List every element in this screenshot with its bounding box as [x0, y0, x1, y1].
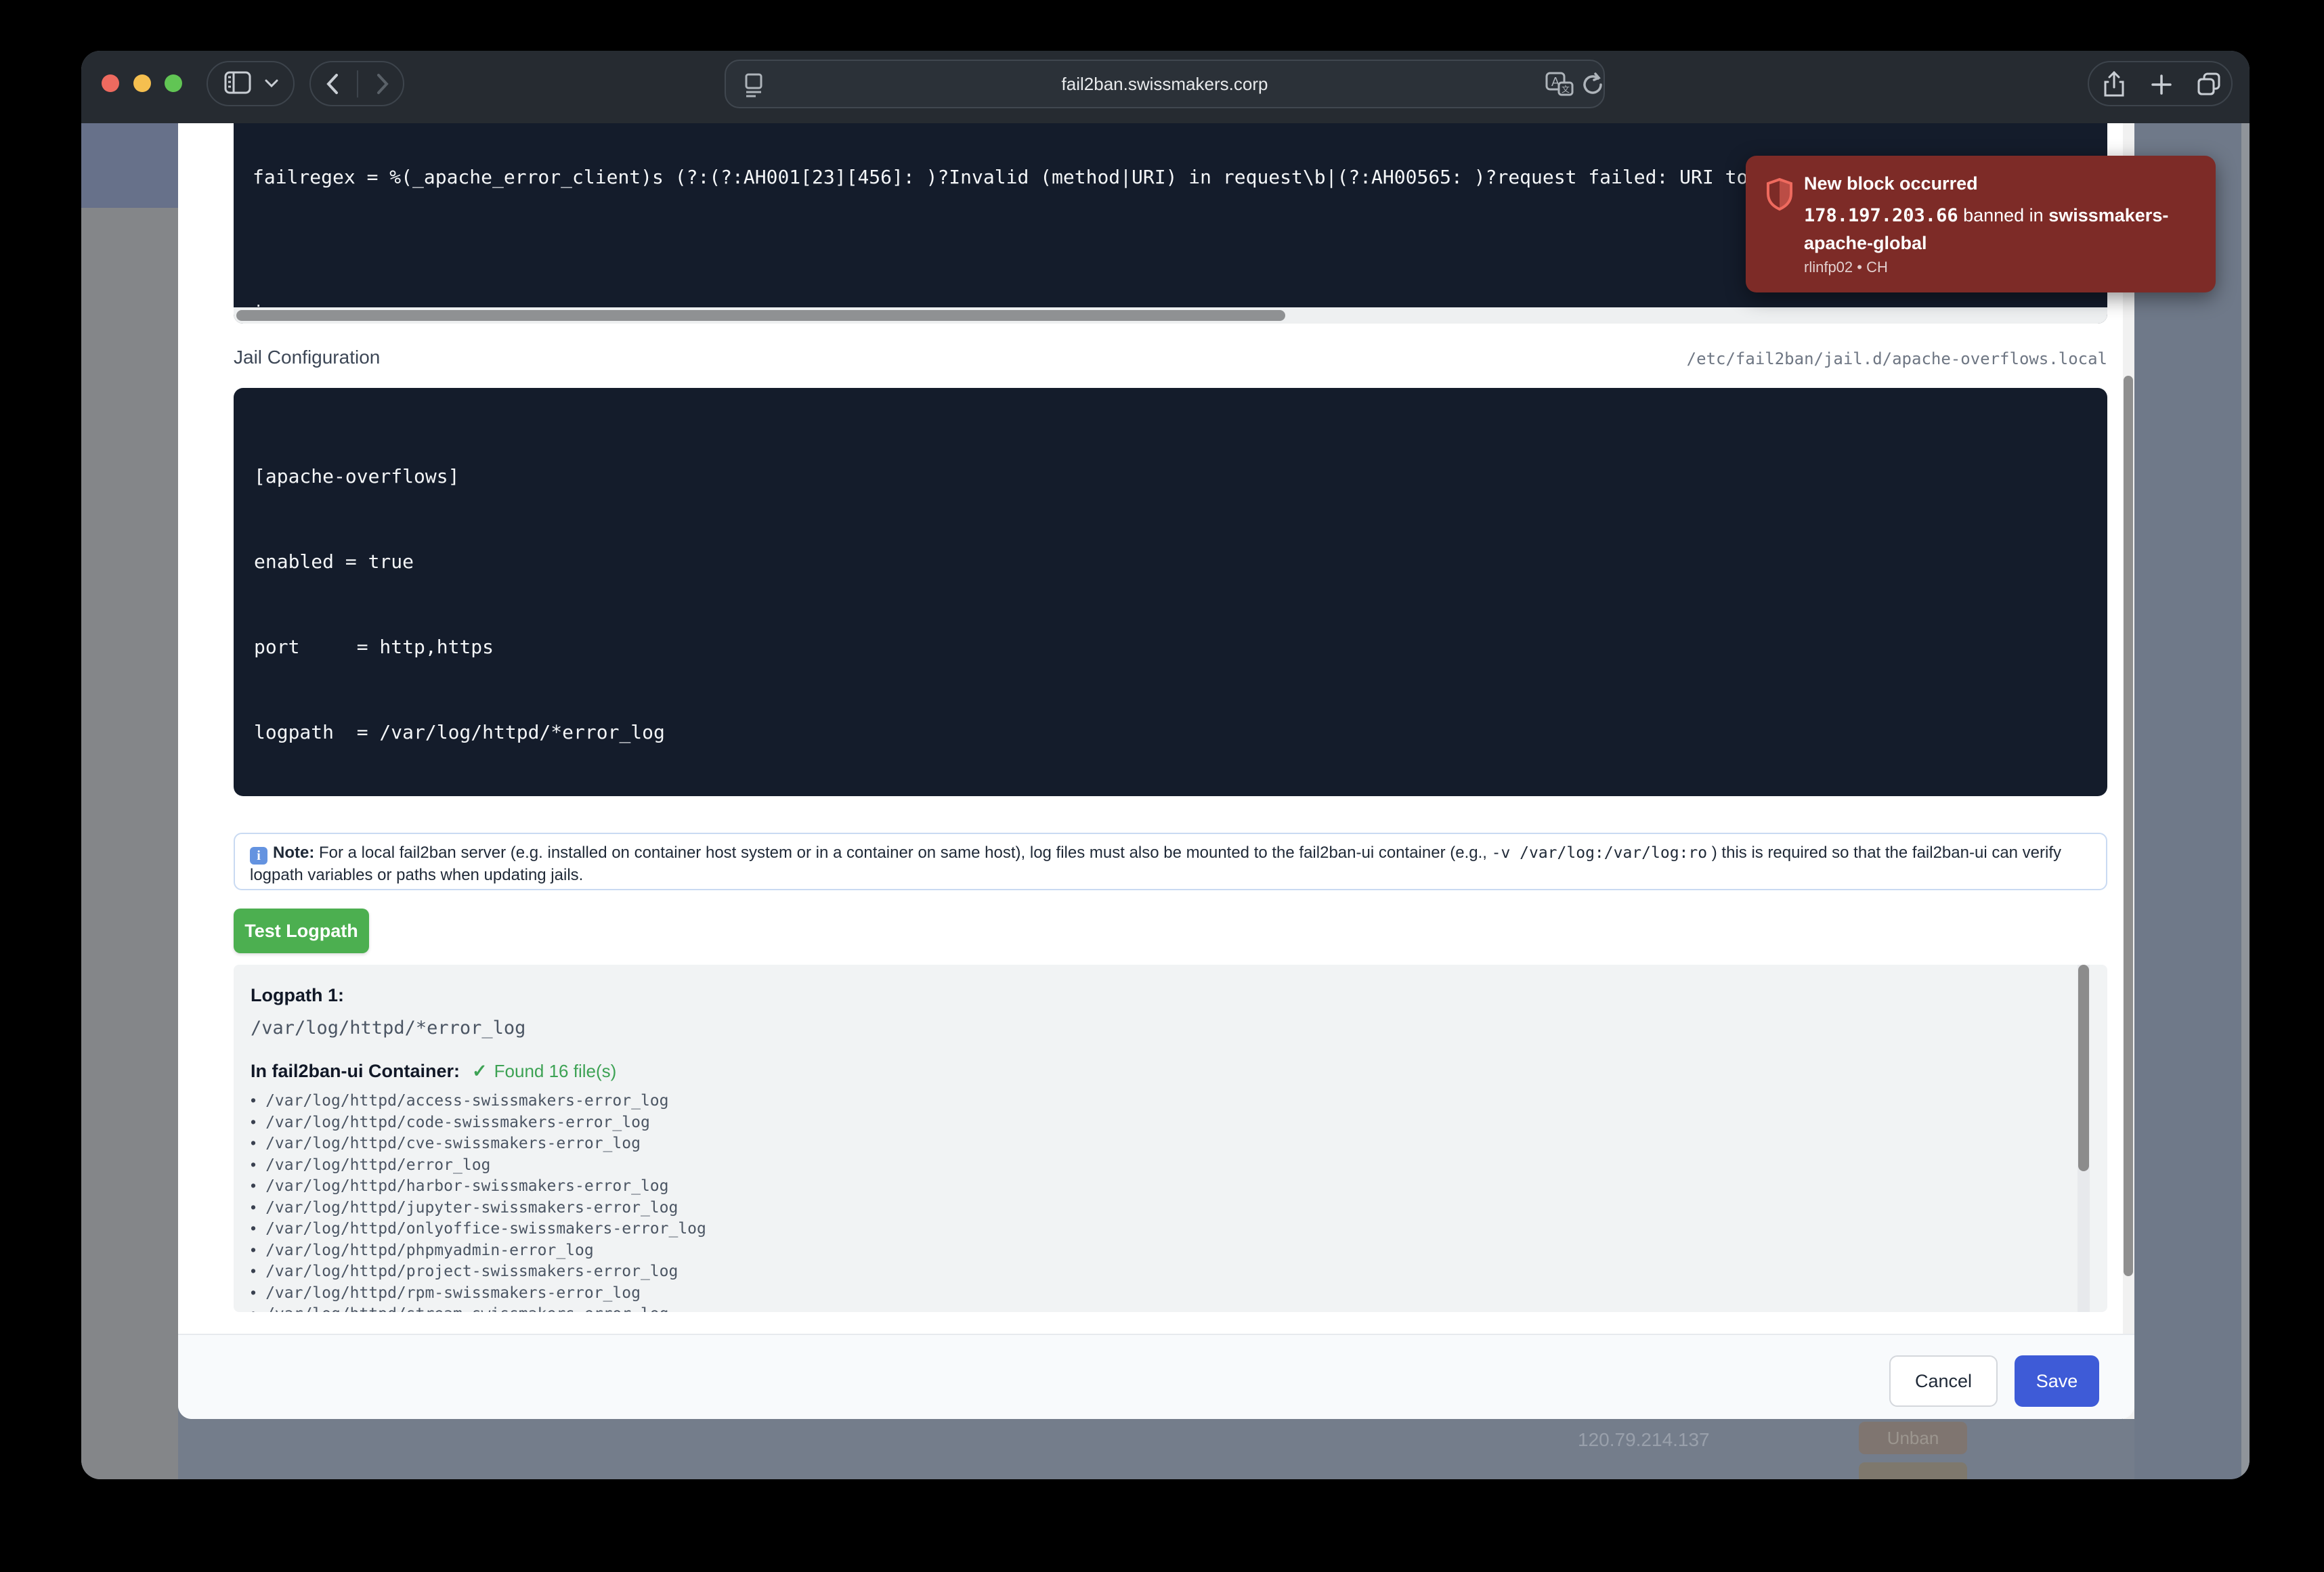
- close-window-button[interactable]: [102, 74, 119, 92]
- background-ip-cell: 120.79.214.137: [1578, 1429, 1710, 1451]
- list-item: •/var/log/httpd/rpm-swissmakers-error_lo…: [251, 1282, 2067, 1304]
- dimmed-page-bottom: 120.79.214.137 Unban: [178, 1419, 2134, 1479]
- list-item: •/var/log/httpd/code-swissmakers-error_l…: [251, 1112, 2067, 1133]
- edit-jail-modal: failregex = %(_apache_error_client)s (?:…: [178, 123, 2134, 1419]
- screenshot: 120.79.214.137 Unban: [0, 0, 2324, 1572]
- unban-button-clipped[interactable]: [1859, 1462, 1967, 1479]
- info-icon: i: [250, 847, 267, 865]
- results-scrollbar[interactable]: [2078, 965, 2090, 1312]
- shield-icon: [1765, 177, 1794, 211]
- editor-horizontal-scrollbar[interactable]: [234, 307, 2107, 324]
- note-text: iNote: For a local fail2ban server (e.g.…: [250, 842, 2091, 886]
- dimmed-page-left: [81, 208, 178, 1479]
- container-result-line: In fail2ban-ui Container:✓Found 16 file(…: [251, 1061, 616, 1082]
- results-scrollbar-thumb[interactable]: [2078, 965, 2089, 1171]
- sidebar-icon[interactable]: [224, 71, 251, 94]
- list-item: •/var/log/httpd/error_log: [251, 1154, 2067, 1176]
- list-item: •/var/log/httpd/cve-swissmakers-error_lo…: [251, 1133, 2067, 1154]
- window-actions-pill: [2088, 61, 2233, 106]
- jail-config-header: Jail Configuration /etc/fail2ban/jail.d/…: [234, 347, 2107, 374]
- new-tab-icon[interactable]: [2150, 73, 2173, 96]
- editor-horizontal-scrollbar-thumb[interactable]: [236, 310, 1285, 321]
- logpath-results-panel: Logpath 1: /var/log/httpd/*error_log In …: [234, 965, 2107, 1312]
- banned-ip: 178.197.203.66: [1804, 205, 1958, 226]
- test-logpath-button[interactable]: Test Logpath: [234, 909, 369, 953]
- list-item: •/var/log/httpd/access-swissmakers-error…: [251, 1090, 2067, 1112]
- chevron-down-icon[interactable]: [263, 78, 280, 89]
- check-icon: ✓: [472, 1061, 488, 1081]
- nav-pill: [309, 61, 404, 106]
- dimmed-page-header: [81, 123, 178, 208]
- logpath-label: Logpath 1:: [251, 985, 344, 1006]
- cancel-button[interactable]: Cancel: [1889, 1355, 1998, 1407]
- new-block-toast[interactable]: New block occurred 178.197.203.66 banned…: [1746, 156, 2216, 292]
- maximize-window-button[interactable]: [165, 74, 182, 92]
- toast-meta: rlinfp02 • CH: [1804, 259, 1888, 276]
- nav-divider: [357, 70, 358, 97]
- toast-message: 178.197.203.66 banned in swissmakers-apa…: [1804, 202, 2197, 257]
- modal-scrollbar-thumb[interactable]: [2124, 376, 2133, 1276]
- list-item: •/var/log/httpd/jupyter-swissmakers-erro…: [251, 1197, 2067, 1219]
- list-item: •/var/log/httpd/stream-swissmakers-error…: [251, 1303, 2067, 1312]
- page-scrollbar[interactable]: [2241, 123, 2250, 1479]
- list-item: •/var/log/httpd/project-swissmakers-erro…: [251, 1261, 2067, 1282]
- forward-icon[interactable]: [376, 73, 389, 95]
- jail-config-label: Jail Configuration: [234, 347, 380, 368]
- url-text: fail2ban.swissmakers.corp: [726, 61, 1604, 107]
- modal-footer: Cancel Save: [178, 1334, 2134, 1419]
- modal-scrollbar[interactable]: [2123, 123, 2134, 1419]
- list-item: •/var/log/httpd/phpmyadmin-error_log: [251, 1240, 2067, 1261]
- jail-config-path: /etc/fail2ban/jail.d/apache-overflows.lo…: [1687, 349, 2107, 368]
- reload-icon[interactable]: [1580, 72, 1605, 97]
- share-icon[interactable]: [2103, 71, 2126, 98]
- browser-toolbar: fail2ban.swissmakers.corp A 文: [81, 51, 2250, 123]
- list-item: •/var/log/httpd/onlyoffice-swissmakers-e…: [251, 1218, 2067, 1240]
- jail-config-editor[interactable]: [apache-overflows] enabled = true port =…: [234, 388, 2107, 796]
- minimize-window-button[interactable]: [133, 74, 151, 92]
- browser-window: 120.79.214.137 Unban: [81, 51, 2250, 1479]
- file-list: •/var/log/httpd/access-swissmakers-error…: [251, 1090, 2067, 1312]
- unban-button[interactable]: Unban: [1859, 1422, 1967, 1454]
- svg-text:文: 文: [1562, 84, 1570, 94]
- note-box: iNote: For a local fail2ban server (e.g.…: [234, 833, 2107, 890]
- address-bar[interactable]: fail2ban.swissmakers.corp A 文: [725, 60, 1605, 108]
- toast-title: New block occurred: [1804, 173, 1978, 194]
- save-button[interactable]: Save: [2015, 1355, 2099, 1407]
- dimmed-page-right: [2134, 123, 2241, 1479]
- list-item: •/var/log/httpd/harbor-swissmakers-error…: [251, 1175, 2067, 1197]
- logpath-value: /var/log/httpd/*error_log: [251, 1018, 525, 1039]
- tab-overview-icon[interactable]: [2196, 71, 2222, 97]
- jail-config-code: [apache-overflows] enabled = true port =…: [254, 406, 2107, 796]
- back-icon[interactable]: [326, 73, 339, 95]
- translate-icon[interactable]: A 文: [1545, 72, 1574, 99]
- sidebar-pill[interactable]: [207, 61, 295, 106]
- found-files-text: Found 16 file(s): [494, 1061, 617, 1081]
